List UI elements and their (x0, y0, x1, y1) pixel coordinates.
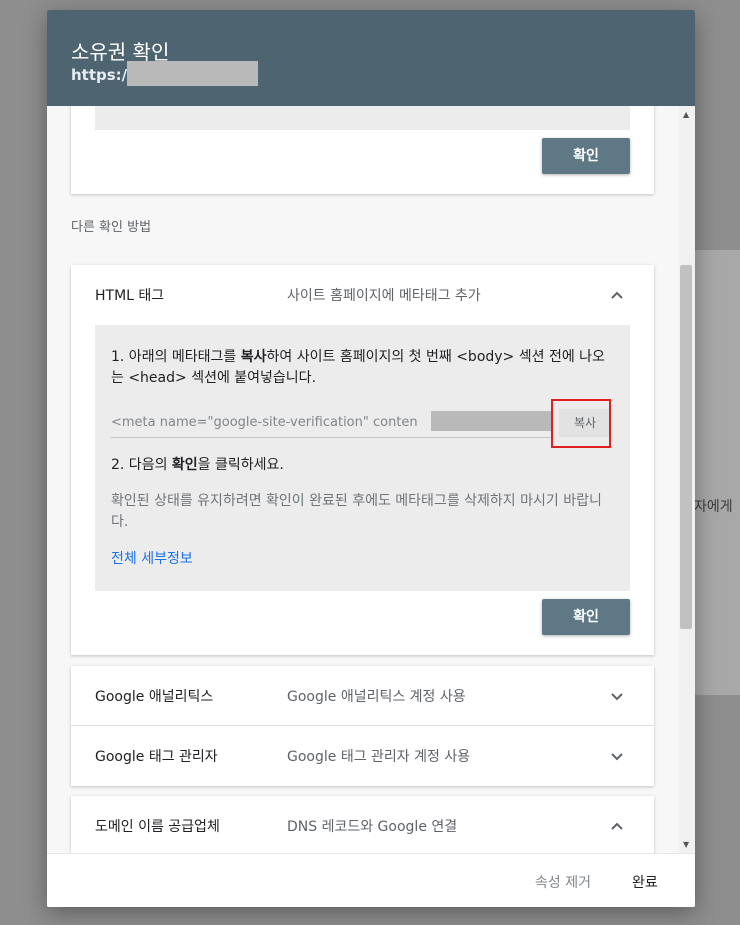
scroll-up-arrow-icon[interactable]: ▲ (683, 110, 689, 119)
dialog-scroll-area[interactable]: 확인 다른 확인 방법 HTML 태그 사이트 홈페이지에 메타태그 추가 1.… (47, 106, 695, 853)
url-prefix: https:// (71, 66, 133, 84)
full-details-link[interactable]: 전체 세부정보 (111, 548, 193, 568)
meta-tag-field[interactable]: <meta name="google-site-verification" co… (111, 409, 551, 438)
chevron-up-icon[interactable] (607, 285, 627, 305)
meta-tag-value: <meta name="google-site-verification" co… (111, 415, 418, 430)
google-methods-card: Google 애널리틱스 Google 애널리틱스 계정 사용 Google 태… (71, 666, 654, 786)
remove-property-button[interactable]: 속성 제거 (535, 872, 591, 892)
scrollbar-thumb[interactable] (680, 265, 692, 629)
keep-meta-tag-note: 확인된 상태를 유지하려면 확인이 완료된 후에도 메타태그를 삭제하지 마시기… (111, 493, 602, 530)
recommended-method-card: 확인 (71, 106, 654, 194)
method-title[interactable]: 도메인 이름 공급업체 (95, 816, 220, 836)
method-title: Google 애널리틱스 (95, 689, 214, 705)
recommended-method-content (95, 106, 630, 130)
html-tag-title[interactable]: HTML 태그 (95, 285, 164, 305)
url-redacted (127, 61, 258, 86)
scroll-down-arrow-icon[interactable]: ▼ (683, 840, 689, 849)
ownership-verification-dialog: 소유권 확인 https:// 확인 다른 확인 방법 HTML 태그 사이트 … (47, 10, 695, 907)
method-title: Google 태그 관리자 (95, 749, 218, 765)
property-url: https:// (71, 61, 258, 86)
chevron-down-icon[interactable] (607, 686, 627, 706)
method-divider (71, 725, 654, 726)
chevron-down-icon[interactable] (607, 746, 627, 766)
recommended-confirm-button[interactable]: 확인 (542, 138, 630, 174)
vertical-scrollbar[interactable]: ▲ ▼ (679, 106, 695, 853)
step-2-text: 2. 다음의 확인을 클릭하세요. (111, 457, 284, 473)
html-tag-method-card: HTML 태그 사이트 홈페이지에 메타태그 추가 1. 아래의 메타태그를 복… (71, 265, 654, 655)
other-methods-label: 다른 확인 방법 (71, 220, 152, 235)
method-description: DNS 레코드와 Google 연결 (287, 819, 458, 835)
background-partial-text: 자에게 (694, 499, 733, 515)
meta-tag-redacted (431, 411, 551, 431)
method-description: Google 태그 관리자 계정 사용 (287, 749, 471, 765)
done-button[interactable]: 완료 (632, 872, 658, 892)
dialog-footer: 속성 제거 완료 (47, 853, 695, 907)
copy-highlight-box (551, 399, 611, 448)
method-description: Google 애널리틱스 계정 사용 (287, 689, 466, 705)
html-tag-instructions: 1. 아래의 메타태그를 복사하여 사이트 홈페이지의 첫 번째 <body> … (95, 325, 630, 591)
domain-provider-method-card: 도메인 이름 공급업체 DNS 레코드와 Google 연결 (71, 796, 654, 853)
html-tag-description: 사이트 홈페이지에 메타태그 추가 (287, 288, 481, 304)
dialog-header: 소유권 확인 https:// (47, 10, 695, 106)
chevron-up-icon[interactable] (607, 816, 627, 836)
html-tag-confirm-button[interactable]: 확인 (542, 599, 630, 635)
step-1-text: 1. 아래의 메타태그를 복사하여 사이트 홈페이지의 첫 번째 <body> … (111, 349, 605, 386)
